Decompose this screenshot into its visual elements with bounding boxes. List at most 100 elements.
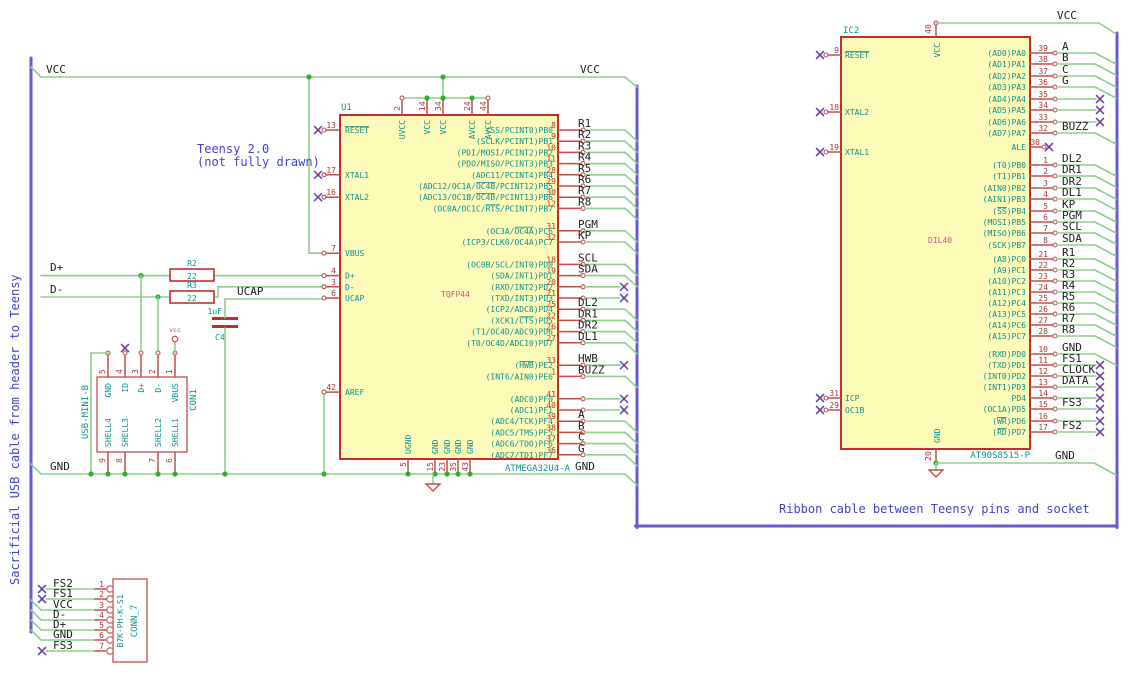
pin-number: 3 [1043, 179, 1048, 188]
net-label-gnd[interactable]: GND [50, 460, 70, 473]
pin-name: XTAL2 [345, 193, 369, 202]
pin-name: (TXD/INT3)PD3 [490, 294, 553, 303]
pin-number: 5 [98, 369, 107, 374]
net-label-buzz[interactable]: BUZZ [578, 363, 605, 376]
ref-label[interactable]: U1 [341, 103, 352, 113]
pin-end [321, 295, 327, 301]
footprint-label: DIL40 [928, 236, 952, 245]
no-connect-icon [1098, 108, 1102, 112]
pin-name: (ADC11/PCINT4)PB4 [471, 171, 553, 180]
net-label-ucap[interactable]: UCAP [237, 285, 264, 298]
net-label-dl1[interactable]: DL1 [578, 330, 598, 343]
pin-number: 7 [331, 244, 336, 253]
pin-number: 33 [1038, 113, 1048, 122]
pin-name: AREF [345, 388, 364, 397]
pin-number: 8 [115, 458, 124, 463]
pin-name: (ADC5/TMS)PF5 [490, 428, 553, 437]
net-label-fs3[interactable]: FS3 [53, 639, 73, 652]
pin-number: 23 [438, 462, 447, 472]
ref-label: R3 [187, 281, 197, 290]
pin-name: (A15)PC7 [987, 332, 1026, 341]
pin-name: (AD5)PA5 [987, 106, 1026, 115]
pin-name: (A14)PC6 [987, 321, 1026, 330]
net-label-r8[interactable]: R8 [578, 195, 591, 208]
no-connect-icon [316, 128, 320, 132]
pin-name: (A10)PC2 [987, 277, 1026, 286]
pin-name: ALE [1012, 143, 1027, 152]
net-label-gnd[interactable]: GND [1055, 449, 1075, 462]
pin-number: 22 [1038, 261, 1048, 270]
no-connect-icon [818, 150, 822, 154]
pin-number: 10 [1038, 345, 1048, 354]
pin-number: 35 [1038, 90, 1048, 99]
pin-number: 6 [331, 289, 336, 298]
pin-number: 34 [434, 101, 443, 111]
pin-name: ICP [845, 394, 860, 403]
no-connect-icon [1098, 396, 1102, 400]
pin-end [321, 250, 327, 256]
pin-number: 16 [326, 188, 336, 197]
pin-end [823, 109, 829, 115]
no-connect-icon [1098, 419, 1102, 423]
junction-dot [469, 95, 475, 101]
value-label[interactable]: AT90S8515-P [970, 451, 1030, 461]
pin-number: 19 [829, 143, 839, 152]
pin-name: AVCC [484, 120, 493, 139]
no-connect-icon [1098, 97, 1102, 101]
net-label-gnd[interactable]: GND [575, 460, 595, 473]
net-label-dplus[interactable]: D+ [50, 261, 64, 274]
no-connect-icon [818, 396, 822, 400]
pin-name: D- [345, 283, 355, 292]
pin-number: 39 [1038, 44, 1048, 53]
pin-number: 35 [449, 462, 458, 472]
pin-name: UGND [404, 435, 413, 454]
pin-number: 3 [131, 369, 140, 374]
net-label-kp[interactable]: KP [578, 229, 592, 242]
footprint-label: TQFP44 [441, 290, 470, 299]
net-label-dminus[interactable]: D- [50, 283, 63, 296]
junction-dot [405, 471, 411, 477]
net-label-buzz[interactable]: BUZZ [1062, 120, 1089, 133]
pin-name: (PDI/MOSI/PCINT2)PB2 [457, 148, 554, 157]
pin-number: 43 [461, 462, 470, 472]
junction-dot [306, 74, 312, 80]
pin-name: (T1)PB1 [992, 172, 1026, 181]
junction-dot [222, 471, 228, 477]
net-label-sda[interactable]: SDA [1062, 232, 1082, 245]
schematic-drawing: VCC VCC GND GND D+ D- UCAP U1 ATMEGA32U4-A TQFP44… [0, 0, 1131, 690]
ref-label[interactable]: IC2 [843, 26, 859, 36]
net-label-g[interactable]: G [578, 442, 585, 455]
pin-name: SHELL3 [121, 418, 130, 447]
pin-name: (SS/PCINT0)PB0 [486, 126, 554, 135]
pin-name: (AIN0)PB2 [983, 184, 1027, 193]
pin-number: 6 [1043, 213, 1048, 222]
net-label-fs2[interactable]: FS2 [1062, 419, 1082, 432]
no-connect-icon [40, 649, 44, 653]
pin-number: 30 [1030, 138, 1040, 147]
pin-number: 4 [331, 267, 336, 276]
pin-name: (ADC6/TDO)PF6 [490, 440, 553, 449]
no-connect-icon [316, 195, 320, 199]
net-label-data[interactable]: DATA [1062, 374, 1089, 387]
pin-name: XTAL2 [845, 108, 869, 117]
pin-number: 1 [1043, 156, 1048, 165]
net-label-g[interactable]: G [1062, 74, 1069, 87]
junction-dot [172, 471, 178, 477]
value-label[interactable]: ATMEGA32U4-A [505, 464, 571, 474]
pin-end [106, 647, 114, 655]
pin-number: 11 [1038, 356, 1048, 365]
pin-name: AVCC [468, 120, 477, 139]
pin-name: (RD)PD7 [992, 428, 1026, 437]
pin-name: (PDO/MISO/PCINT3)PB3 [457, 160, 554, 169]
net-label-fs3[interactable]: FS3 [1062, 396, 1082, 409]
net-label-vcc[interactable]: VCC [1057, 9, 1077, 22]
pin-number: 3 [99, 601, 104, 610]
pin-number: 6 [165, 458, 174, 463]
net-label-r8[interactable]: R8 [1062, 323, 1075, 336]
net-label-vcc[interactable]: VCC [46, 63, 66, 76]
pin-number: 9 [98, 458, 107, 463]
net-label-vcc[interactable]: VCC [580, 63, 600, 76]
pin-name: (WR)PD6 [992, 417, 1026, 426]
net-label-sda[interactable]: SDA [578, 263, 598, 276]
pin-name: (RXD/INT2)PD2 [490, 283, 553, 292]
